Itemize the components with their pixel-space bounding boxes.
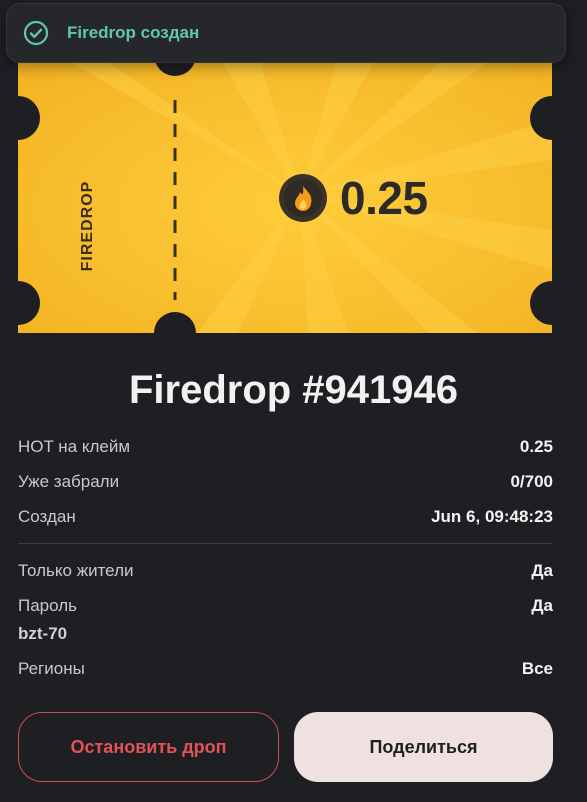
divider: [18, 543, 553, 544]
detail-label: Пароль: [18, 596, 77, 615]
detail-label: Создан: [18, 507, 76, 526]
detail-value: Все: [521, 659, 553, 678]
share-button[interactable]: Поделиться: [294, 712, 553, 782]
detail-value: Jun 6, 09:48:23: [431, 507, 553, 526]
detail-row-created: Создан Jun 6, 09:48:23: [18, 507, 553, 527]
ticket-card: FIREDROP 0.25: [18, 30, 552, 333]
page-title: Firedrop #941946: [128, 368, 459, 412]
detail-row-regions: Регионы Все: [18, 659, 553, 679]
check-circle-icon: [23, 20, 49, 46]
firedrop-page: Firedrop создан FIREDROP 0.25 Firedrop #…: [0, 0, 587, 802]
toast-notification: Firedrop создан: [6, 3, 566, 63]
detail-label: Регионы: [18, 659, 85, 678]
password-hint: bzt-70: [18, 624, 68, 643]
detail-value: Да: [531, 561, 553, 580]
ticket-amount: 0.25: [278, 168, 428, 228]
detail-value: Да: [531, 596, 553, 615]
detail-value: 0/700: [510, 472, 553, 491]
detail-label: Только жители: [18, 561, 134, 580]
detail-row-claimed: Уже забрали 0/700: [18, 472, 553, 492]
detail-value: 0.25: [519, 437, 553, 456]
detail-row-password: Пароль Да: [18, 596, 553, 616]
ticket-vertical-label: FIREDROP: [79, 180, 96, 272]
detail-label: Уже забрали: [18, 472, 120, 491]
detail-row-residents: Только жители Да: [18, 561, 553, 581]
stop-drop-button[interactable]: Остановить дроп: [18, 712, 279, 782]
ticket-amount-value: 0.25: [340, 172, 428, 224]
detail-row-hot: HOT на клейм 0.25: [18, 437, 553, 457]
toast-text: Firedrop создан: [67, 23, 200, 42]
detail-label: HOT на клейм: [18, 437, 131, 456]
hot-coin-icon: [279, 174, 327, 222]
